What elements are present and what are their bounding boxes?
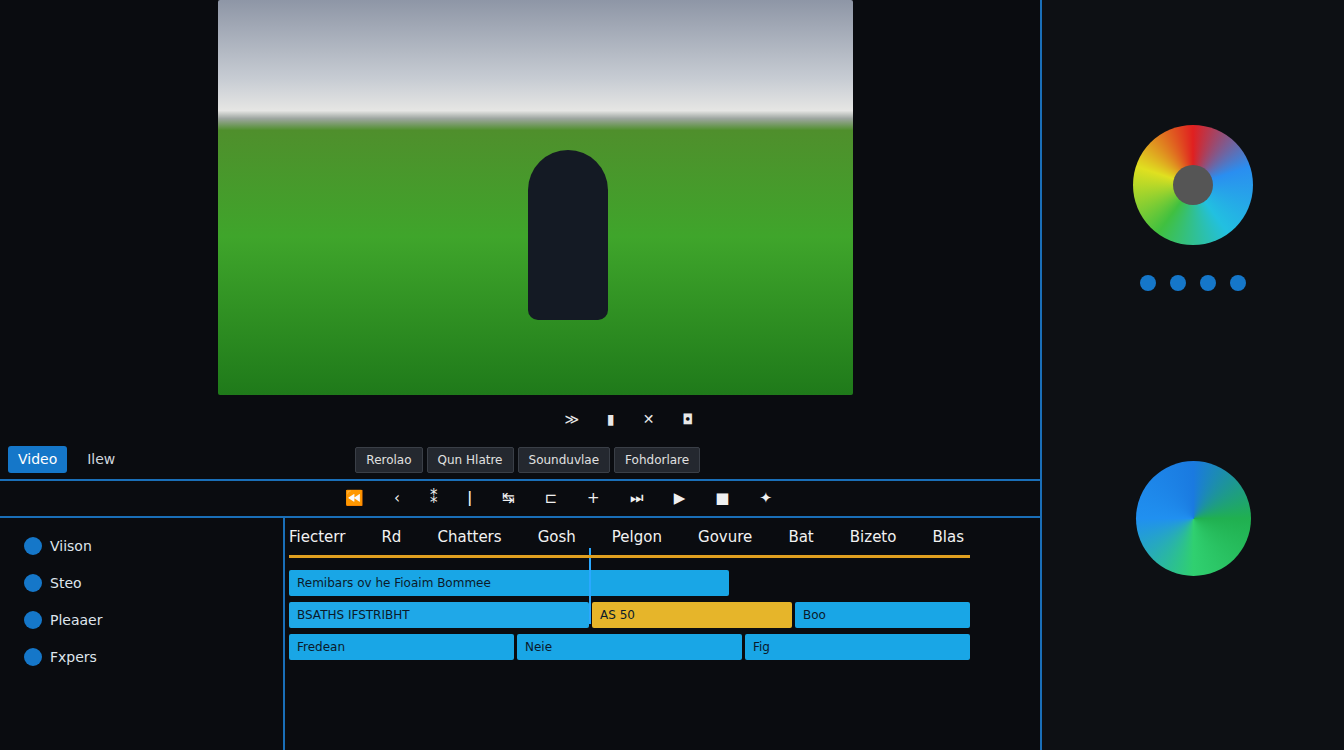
panel-tab[interactable]: Sounduvlae (518, 447, 611, 473)
tab-bar: Video Ilew RerolaoQun HlatreSounduvlaeFohd… (0, 440, 1040, 479)
ruler-label: Chatters (437, 526, 501, 549)
color-wheel-icon[interactable] (1136, 461, 1251, 576)
sidebar-item[interactable]: Viison (24, 536, 273, 557)
transport-bar: ≫ ▮ ✕ ◘ (218, 395, 1040, 430)
clip[interactable]: AS 50 (592, 602, 792, 628)
track-dot-icon (24, 648, 42, 666)
transport-button[interactable]: ✕ (643, 409, 655, 430)
control-button[interactable]: ‹ (394, 487, 400, 510)
transport-button[interactable]: ≫ (564, 409, 579, 430)
control-button[interactable]: ⊏ (545, 487, 558, 510)
clip[interactable]: Neie (517, 634, 742, 660)
sidebar-item[interactable]: Fxpers (24, 647, 273, 668)
editor-window: ≫ ▮ ✕ ◘ Video Ilew RerolaoQun HlatreSounduvlae… (0, 0, 1344, 750)
ruler-label: Blas (933, 526, 964, 549)
view-tab[interactable]: Video (8, 446, 67, 473)
knob-icon[interactable] (1170, 275, 1186, 291)
track-sidebar: Viison Steo Pleaaer Fxpers (0, 518, 285, 750)
clip[interactable]: Boo (795, 602, 970, 628)
control-button[interactable]: + (587, 487, 600, 510)
ruler-label: Gosh (538, 526, 576, 549)
sidebar-label: Fxpers (50, 647, 97, 668)
sidebar-label: Steo (50, 573, 82, 594)
knob-icon[interactable] (1140, 275, 1156, 291)
clip[interactable]: Fig (745, 634, 970, 660)
track-dot-icon (24, 611, 42, 629)
color-wheel-icon[interactable] (1133, 125, 1253, 245)
video-preview (218, 0, 853, 395)
clip[interactable]: Remibars ov he Fioaim Bommee (289, 570, 729, 596)
knob-icon[interactable] (1230, 275, 1246, 291)
sidebar-item[interactable]: Pleaaer (24, 610, 273, 631)
preview-area: ≫ ▮ ✕ ◘ (0, 0, 1040, 440)
ruler-label: Bat (788, 526, 813, 549)
playhead[interactable] (589, 548, 591, 625)
control-button[interactable]: ↹ (502, 487, 515, 510)
ruler-label: Fiecterr (289, 526, 345, 549)
control-button[interactable]: ⁑ (430, 487, 438, 510)
control-button[interactable]: ǀ (468, 487, 472, 510)
control-button[interactable]: ⏪ (345, 487, 364, 510)
control-button[interactable]: ⏭ (630, 487, 644, 510)
panel-tab[interactable]: Fohdorlare (614, 447, 700, 473)
preview-figure (528, 150, 608, 320)
ruler-label: Pelgon (612, 526, 662, 549)
ruler-label: Bizeto (850, 526, 897, 549)
ruler-label: Rd (381, 526, 401, 549)
sidebar-item[interactable]: Steo (24, 573, 273, 594)
sidebar-label: Pleaaer (50, 610, 102, 631)
panel-tab[interactable]: Qun Hlatre (427, 447, 514, 473)
control-button[interactable]: ■ (715, 487, 729, 510)
transport-button[interactable]: ◘ (683, 409, 694, 430)
timeline: Viison Steo Pleaaer Fxpers Fiecterr Rd Chatter… (0, 516, 1040, 750)
slider-dots (1140, 275, 1246, 291)
ruler-label: Govure (698, 526, 752, 549)
view-tab[interactable]: Ilew (77, 446, 125, 473)
track-dot-icon (24, 574, 42, 592)
track-row: Remibars ov he Fioaim Bommee (289, 570, 970, 596)
transport-button[interactable]: ▮ (607, 409, 615, 430)
time-ruler[interactable]: Fiecterr Rd Chatters Gosh Pelgon Govure Bat Biz… (289, 518, 970, 565)
knob-icon[interactable] (1200, 275, 1216, 291)
clip[interactable]: BSATHS IFSTRIBHT (289, 602, 589, 628)
main-area: ≫ ▮ ✕ ◘ Video Ilew RerolaoQun HlatreSounduvlae… (0, 0, 1040, 750)
color-panel (1040, 0, 1344, 750)
track-row: BSATHS IFSTRIBHTAS 50Boo (289, 602, 970, 628)
track-dot-icon (24, 537, 42, 555)
panel-tabs: RerolaoQun HlatreSounduvlaeFohdorlare (355, 447, 700, 473)
track-area: Fiecterr Rd Chatters Gosh Pelgon Govure Bat Biz… (285, 518, 1040, 750)
panel-tab[interactable]: Rerolao (355, 447, 422, 473)
clip[interactable]: Fredean (289, 634, 514, 660)
track-row: FredeanNeieFig (289, 634, 970, 660)
control-button[interactable]: ✦ (759, 487, 772, 510)
control-button[interactable]: ▶ (674, 487, 686, 510)
sidebar-label: Viison (50, 536, 92, 557)
control-bar: ⏪ ‹ ⁑ ǀ ↹ ⊏ + ⏭ ▶ ■ ✦ (0, 479, 1040, 516)
